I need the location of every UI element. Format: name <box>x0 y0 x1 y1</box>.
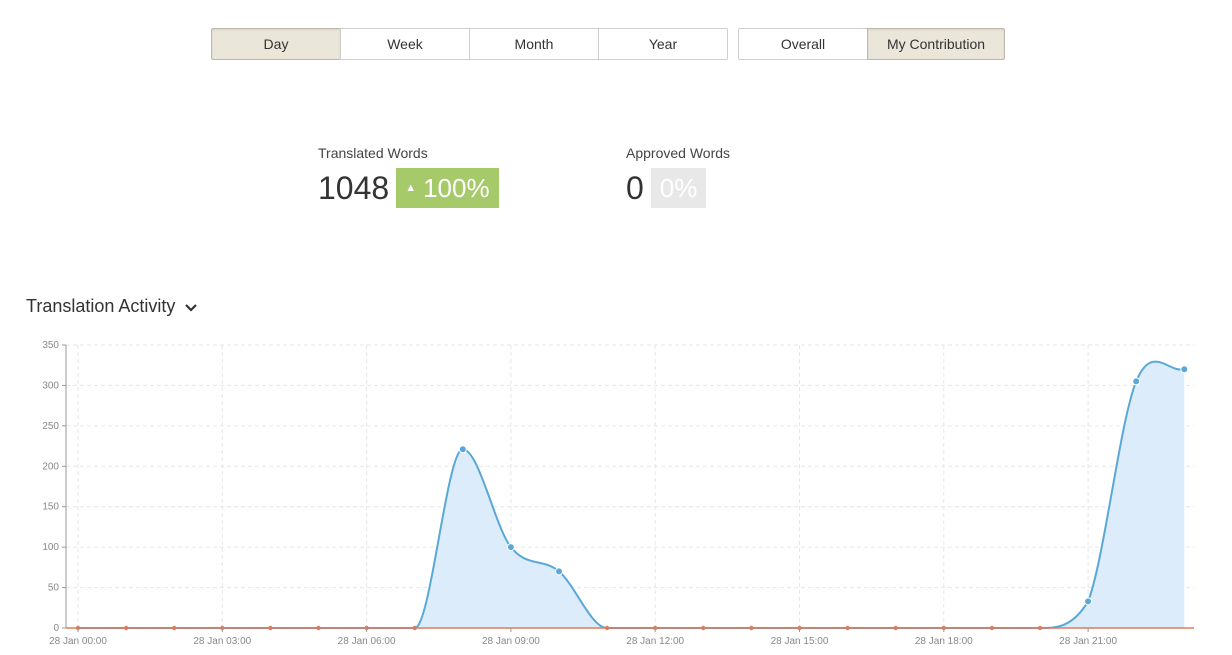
period-button-group: Day Week Month Year <box>211 28 728 60</box>
approved-change-value: 0% <box>659 172 698 203</box>
month-button[interactable]: Month <box>469 28 599 60</box>
translated-change-badge: ▲ 100% <box>396 168 499 208</box>
week-button[interactable]: Week <box>340 28 470 60</box>
data-point-zero <box>749 625 754 631</box>
x-tick-label: 28 Jan 00:00 <box>49 636 107 647</box>
y-tick-label: 100 <box>42 542 59 553</box>
my-contribution-button[interactable]: My Contribution <box>867 28 1005 60</box>
translation-activity-dropdown[interactable]: Translation Activity <box>26 296 198 317</box>
y-tick-label: 350 <box>42 340 59 351</box>
year-button[interactable]: Year <box>598 28 728 60</box>
translation-activity-chart: 0 50 100 150 200 250 300 350 28 Jan 00:00 28 Jan … <box>42 340 1194 647</box>
x-tick-label: 28 Jan 21:00 <box>1059 636 1117 647</box>
approved-change-badge: 0% <box>650 168 707 208</box>
data-point-zero <box>316 625 321 631</box>
data-point-zero <box>701 625 706 631</box>
translated-words-stat: Translated Words 1048 ▲ 100% <box>318 145 499 208</box>
data-point-zero <box>268 625 273 631</box>
data-point-zero <box>604 625 610 631</box>
translated-change-value: 100% <box>423 172 490 203</box>
scope-button-group: Overall My Contribution <box>738 28 1005 60</box>
x-tick-label: 28 Jan 06:00 <box>338 636 396 647</box>
x-tick-label: 28 Jan 03:00 <box>193 636 251 647</box>
approved-words-label: Approved Words <box>626 145 731 161</box>
y-tick-label: 250 <box>42 421 59 432</box>
y-tick-label: 150 <box>42 502 59 513</box>
data-point-zero <box>123 625 129 631</box>
data-point <box>555 567 563 576</box>
day-button[interactable]: Day <box>211 28 341 60</box>
data-point-zero <box>893 625 898 631</box>
data-point-zero <box>845 625 850 631</box>
x-tick-label: 28 Jan 09:00 <box>482 636 540 647</box>
overall-button[interactable]: Overall <box>738 28 868 60</box>
y-tick-label: 0 <box>53 623 59 634</box>
data-point <box>1180 365 1189 374</box>
y-tick-label: 300 <box>42 380 59 391</box>
translated-words-label: Translated Words <box>318 145 428 161</box>
data-point <box>1084 597 1093 606</box>
chart-section-title: Translation Activity <box>26 296 176 316</box>
approved-words-stat: Approved Words 0 0% <box>626 145 730 208</box>
data-point <box>506 543 515 552</box>
data-point <box>458 445 467 454</box>
y-tick-label: 200 <box>42 461 59 472</box>
x-tick-label: 28 Jan 15:00 <box>771 636 829 647</box>
triangle-up-icon: ▲ <box>405 182 417 194</box>
x-tick-label: 28 Jan 12:00 <box>626 636 684 647</box>
y-tick-label: 50 <box>48 583 60 594</box>
x-tick-label: 28 Jan 18:00 <box>915 636 973 647</box>
data-point-zero <box>412 625 417 631</box>
data-point <box>1132 377 1141 386</box>
approved-words-value: 0 <box>626 170 644 206</box>
data-point-zero <box>172 625 177 631</box>
data-point-zero <box>989 625 995 631</box>
chevron-down-icon <box>185 296 198 317</box>
translated-words-value: 1048 <box>318 170 390 206</box>
data-point-zero <box>1037 625 1043 631</box>
